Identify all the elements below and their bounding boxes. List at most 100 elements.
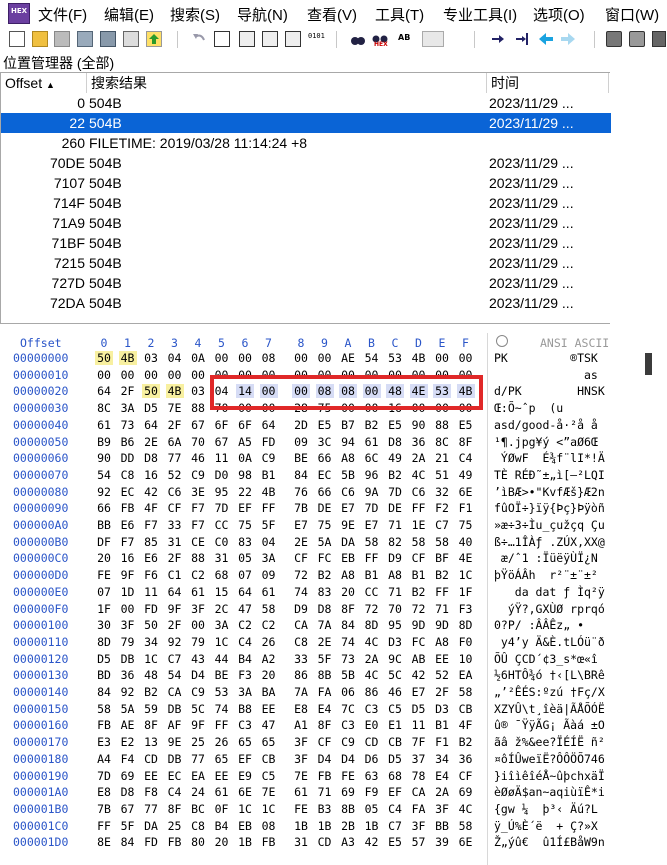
hex-byte[interactable]: 77 — [189, 752, 207, 766]
paste-icon[interactable] — [262, 31, 278, 47]
hex-byte[interactable]: 8B — [339, 802, 357, 816]
hex-byte[interactable]: 2E — [292, 535, 310, 549]
hex-byte[interactable]: 4F — [142, 501, 160, 515]
hex-byte[interactable]: E0 — [363, 718, 381, 732]
position-row[interactable]: 71A9 504B 2023/11/29 ... — [1, 213, 611, 233]
hex-byte[interactable]: 5A — [119, 702, 137, 716]
hex-byte[interactable]: 43 — [189, 652, 207, 666]
hex-byte[interactable]: A2 — [260, 652, 278, 666]
hex-byte[interactable]: 00 — [236, 351, 254, 365]
hex-byte[interactable]: 05 — [363, 802, 381, 816]
hex-byte[interactable]: 51 — [433, 468, 451, 482]
position-row[interactable]: 260 FILETIME: 2019/03/28 11:14:24 +8 — [1, 133, 611, 153]
hex-byte[interactable]: F7 — [189, 518, 207, 532]
hex-byte[interactable]: 61 — [292, 785, 310, 799]
hex-byte[interactable]: 58 — [363, 535, 381, 549]
hex-byte[interactable]: 3F — [292, 752, 310, 766]
hex-byte[interactable]: 7B — [95, 802, 113, 816]
ansi-text[interactable]: ß÷…1ÎÀƒ .ZÚX‚XX@ — [494, 535, 605, 549]
hex-byte[interactable]: EC — [316, 468, 334, 482]
hex-byte[interactable]: D3 — [386, 635, 404, 649]
ansi-text[interactable]: ½6HTÔ¾ó †‹[L\BRê — [494, 668, 605, 682]
hex-byte[interactable]: 00 — [119, 368, 137, 382]
hex-byte[interactable]: 57 — [410, 835, 428, 849]
hex-byte[interactable]: 58 — [410, 535, 428, 549]
hex-byte[interactable]: B1 — [260, 468, 278, 482]
hex-byte[interactable]: AB — [410, 652, 428, 666]
hex-byte[interactable]: 73 — [119, 418, 137, 432]
hex-byte[interactable]: F1 — [433, 735, 451, 749]
hex-byte[interactable]: B2 — [386, 468, 404, 482]
binary-icon[interactable]: 0101 — [306, 31, 326, 47]
hex-byte[interactable]: FC — [410, 635, 428, 649]
hex-byte[interactable]: CE — [189, 535, 207, 549]
hex-byte[interactable]: BE — [213, 668, 231, 682]
hex-byte[interactable]: E5 — [386, 418, 404, 432]
hex-byte[interactable]: 34 — [142, 635, 160, 649]
hex-byte[interactable]: 70 — [386, 602, 404, 616]
hex-byte[interactable]: 30 — [95, 618, 113, 632]
hex-byte[interactable]: BB — [433, 819, 451, 833]
hex-byte[interactable]: BB — [95, 518, 113, 532]
hex-byte[interactable]: 76 — [292, 485, 310, 499]
hex-byte[interactable]: 53 — [386, 351, 404, 365]
hex-byte[interactable]: A3 — [339, 835, 357, 849]
hex-byte[interactable]: DF — [95, 535, 113, 549]
hex-byte[interactable]: 9E — [166, 735, 184, 749]
hex-byte[interactable]: FF — [95, 819, 113, 833]
hex-byte[interactable]: 61 — [213, 785, 231, 799]
hex-byte[interactable]: F3 — [236, 668, 254, 682]
menu-navigate[interactable]: 导航(N) — [237, 4, 288, 25]
hex-byte[interactable]: 54 — [363, 351, 381, 365]
hex-byte[interactable]: BF — [433, 551, 451, 565]
hex-byte[interactable]: 79 — [119, 635, 137, 649]
ansi-text[interactable]: {gw ¼ þ³‹ Äú?L — [494, 802, 598, 816]
position-row[interactable]: 7107 504B 2023/11/29 ... — [1, 173, 611, 193]
ansi-text[interactable]: 0?P/ :ÂÂÊz„ • — [494, 618, 598, 632]
save-icon[interactable] — [54, 31, 70, 47]
hex-byte[interactable]: 64 — [142, 418, 160, 432]
hex-byte[interactable]: E5 — [457, 418, 475, 432]
hex-byte[interactable]: 3F — [410, 819, 428, 833]
hex-byte[interactable]: C3 — [236, 718, 254, 732]
hex-byte[interactable]: 88 — [433, 418, 451, 432]
hex-byte[interactable]: 42 — [363, 835, 381, 849]
hex-byte[interactable]: CB — [260, 752, 278, 766]
ansi-text[interactable]: ÿ_Ú%È´ë + Ç?»X — [494, 819, 598, 833]
hex-byte[interactable]: A4 — [95, 752, 113, 766]
hex-byte[interactable]: E6 — [142, 551, 160, 565]
hex-byte[interactable]: D4 — [316, 752, 334, 766]
position-row[interactable]: 714F 504B 2023/11/29 ... — [1, 193, 611, 213]
hex-byte[interactable]: 1C — [213, 635, 231, 649]
hex-byte[interactable]: 1E — [410, 518, 428, 532]
hex-byte[interactable]: EE — [213, 769, 231, 783]
hex-byte[interactable]: DA — [339, 535, 357, 549]
hex-byte[interactable]: 40 — [457, 535, 475, 549]
hex-byte[interactable]: 4B — [118, 351, 137, 365]
hex-byte[interactable]: 39 — [433, 835, 451, 849]
hex-byte[interactable]: FB — [119, 501, 137, 515]
ansi-text[interactable]: XZYÛ\t¸îèä|ÃÅÕÓË — [494, 702, 605, 716]
hex-byte[interactable]: D8 — [386, 435, 404, 449]
hex-byte[interactable]: 94 — [339, 435, 357, 449]
ansi-text[interactable]: fûOÏ÷}ïÿ{Þç}Þÿòñ — [494, 501, 605, 515]
hex-byte[interactable]: 2F — [119, 384, 137, 398]
hex-byte[interactable]: 42 — [142, 485, 160, 499]
ansi-text[interactable]: »æ÷3÷Ìu_çužçq Çu — [494, 518, 605, 532]
hex-byte[interactable]: 8F — [142, 718, 160, 732]
hex-byte[interactable]: 3A — [119, 401, 137, 415]
hex-byte[interactable]: C2 — [189, 568, 207, 582]
goto-offset-icon[interactable] — [514, 31, 530, 47]
hex-byte[interactable]: 90 — [95, 451, 113, 465]
hex-byte[interactable]: FF — [363, 551, 381, 565]
hex-byte[interactable]: EE — [260, 702, 278, 716]
hex-byte[interactable]: 7A — [316, 618, 334, 632]
hex-byte[interactable]: B2 — [316, 568, 334, 582]
hex-byte[interactable]: C0 — [213, 535, 231, 549]
hex-byte[interactable]: E8 — [292, 702, 310, 716]
ansi-text[interactable]: TÈ RÉÐ˜±„ì[–²LQI — [494, 468, 605, 482]
hex-byte[interactable]: 71 — [386, 518, 404, 532]
ansi-text[interactable]: èØøÄ$an~aqiùïÊ*i — [494, 785, 605, 799]
hex-byte[interactable]: 92 — [95, 485, 113, 499]
hex-byte[interactable]: 67 — [189, 418, 207, 432]
